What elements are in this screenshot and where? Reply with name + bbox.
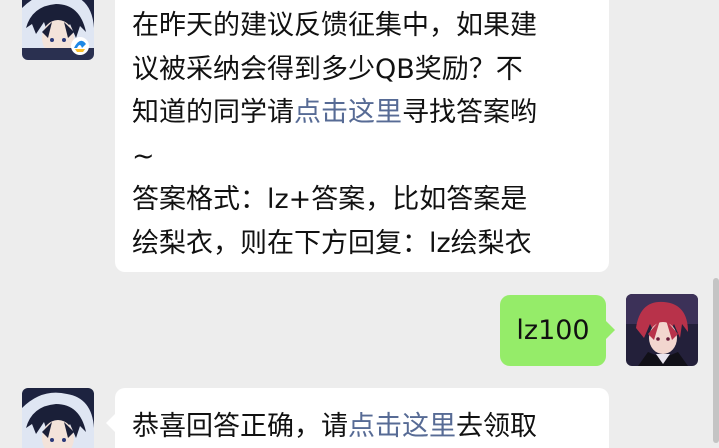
message-text: 恭喜回答正确，请: [132, 411, 348, 442]
game-logo-badge-icon: [71, 37, 89, 55]
click-here-link[interactable]: 点击这里: [294, 97, 402, 128]
message-text: 知道的同学请: [132, 97, 294, 128]
scrollbar[interactable]: [713, 278, 719, 443]
incoming-message-bubble: 恭喜回答正确，请点击这里去领取: [106, 388, 609, 448]
message-line: 在昨天的建议反馈征集中，如果建: [132, 10, 537, 41]
message-line: 知道的同学请点击这里寻找答案哟: [132, 91, 593, 135]
anime-boy-avatar-icon: [22, 0, 94, 60]
user-avatar[interactable]: [626, 294, 698, 366]
click-here-link[interactable]: 点击这里: [348, 411, 456, 442]
message-line: ~: [132, 140, 155, 172]
message-line: 议被采纳会得到多少QB奖励？不: [132, 53, 523, 85]
outgoing-message-bubble: lz100: [500, 295, 615, 366]
message-text: lz100: [516, 314, 590, 346]
incoming-message-bubble: 在昨天的建议反馈征集中，如果建 议被采纳会得到多少QB奖励？不 知道的同学请点击…: [115, 0, 609, 272]
chat-screen: 在昨天的建议反馈征集中，如果建 议被采纳会得到多少QB奖励？不 知道的同学请点击…: [0, 0, 719, 448]
message-line: 恭喜回答正确，请点击这里去领取: [132, 405, 593, 448]
message-text: 寻找答案哟: [402, 97, 537, 128]
anime-boy-avatar-icon: [22, 388, 94, 448]
message-line: 绘梨衣，则在下方回复：lz绘梨衣: [132, 227, 532, 259]
sender-avatar[interactable]: [22, 0, 94, 60]
sender-avatar[interactable]: [22, 388, 94, 448]
message-text: 去领取: [456, 411, 537, 442]
message-line: 答案格式：lz+答案，比如答案是: [132, 184, 528, 215]
anime-character-avatar-icon: [626, 294, 698, 366]
